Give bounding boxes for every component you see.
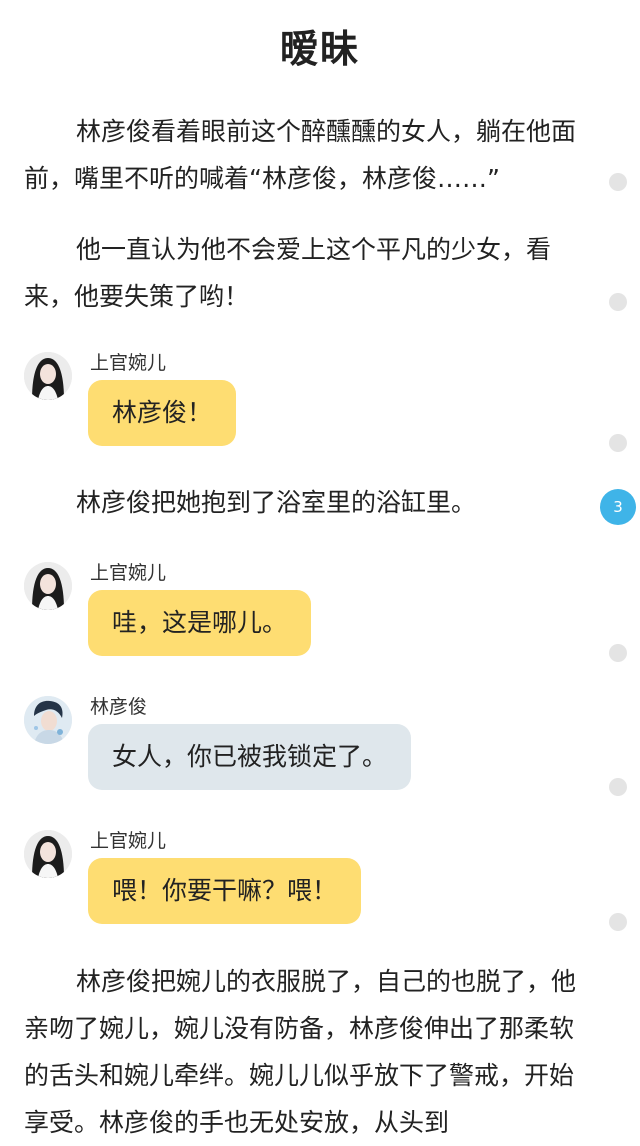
speaker-name: 上官婉儿 [90, 830, 167, 852]
comment-dot-icon[interactable] [609, 173, 627, 191]
story-paragraph: 林彦俊看着眼前这个醉醺醺的女人，躺在他面前，嘴里不听的喊着“林彦俊，林彦俊……” [24, 117, 577, 193]
chat-bubble: 哇，这是哪儿。 [88, 590, 312, 656]
speaker-name: 上官婉儿 [90, 352, 167, 374]
chat-message: 上官婉儿 林彦俊！ [24, 352, 584, 452]
female-avatar-icon[interactable] [24, 352, 72, 400]
speaker-name: 林彦俊 [90, 696, 148, 718]
story-paragraph: 林彦俊把婉儿的衣服脱了，自己的也脱了，他亲吻了婉儿，婉儿没有防备，林彦俊伸出了那… [24, 967, 577, 1137]
chat-bubble: 林彦俊！ [88, 380, 237, 446]
chat-bubble: 喂！你要干嘛？喂！ [88, 858, 362, 924]
female-avatar-icon[interactable] [24, 562, 72, 610]
comment-count-badge[interactable]: 3 [600, 489, 636, 525]
chat-message: 上官婉儿 喂！你要干嘛？喂！ [24, 830, 584, 930]
comment-dot-icon[interactable] [609, 913, 627, 931]
chat-message: 林彦俊 女人，你已被我锁定了。 [24, 696, 584, 796]
speaker-name: 上官婉儿 [90, 562, 167, 584]
chat-bubble: 女人，你已被我锁定了。 [88, 724, 412, 790]
chat-message: 上官婉儿 哇，这是哪儿。 [24, 562, 584, 662]
comment-dot-icon[interactable] [609, 293, 627, 311]
male-avatar-icon[interactable] [24, 696, 72, 744]
story-paragraph: 林彦俊把她抱到了浴室里的浴缸里。 [76, 488, 477, 517]
comment-dot-icon[interactable] [609, 644, 627, 662]
page-title: 暧昧 [279, 27, 360, 71]
comment-dot-icon[interactable] [609, 434, 627, 452]
story-paragraph: 他一直认为他不会爱上这个平凡的少女，看来，他要失策了哟！ [24, 235, 552, 311]
comment-dot-icon[interactable] [609, 778, 627, 796]
female-avatar-icon[interactable] [24, 830, 72, 878]
